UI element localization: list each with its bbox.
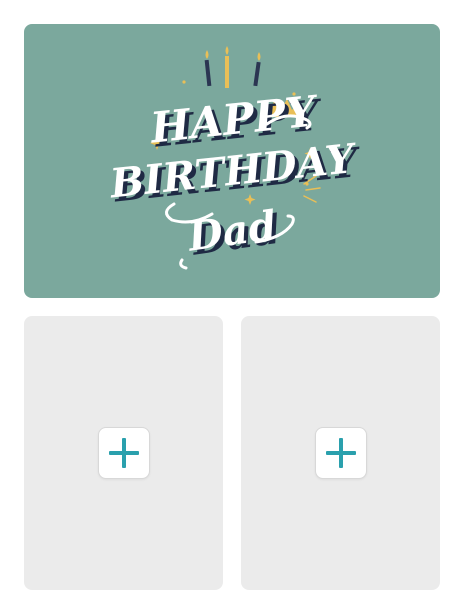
plus-icon bbox=[325, 438, 356, 468]
add-photo-button[interactable] bbox=[314, 427, 367, 479]
add-photo-button[interactable] bbox=[97, 427, 150, 479]
plus-icon bbox=[108, 438, 139, 468]
add-photo-slot-1[interactable] bbox=[24, 316, 223, 590]
birthday-card-image[interactable]: HAPPY BIRTHDAY Dad HAPPY BIRTHDAY Dad bbox=[24, 24, 440, 298]
birthday-card-artwork: HAPPY BIRTHDAY Dad HAPPY BIRTHDAY Dad bbox=[24, 24, 440, 298]
add-photo-slot-2[interactable] bbox=[241, 316, 440, 590]
photo-layout: HAPPY BIRTHDAY Dad HAPPY BIRTHDAY Dad bbox=[0, 0, 464, 614]
